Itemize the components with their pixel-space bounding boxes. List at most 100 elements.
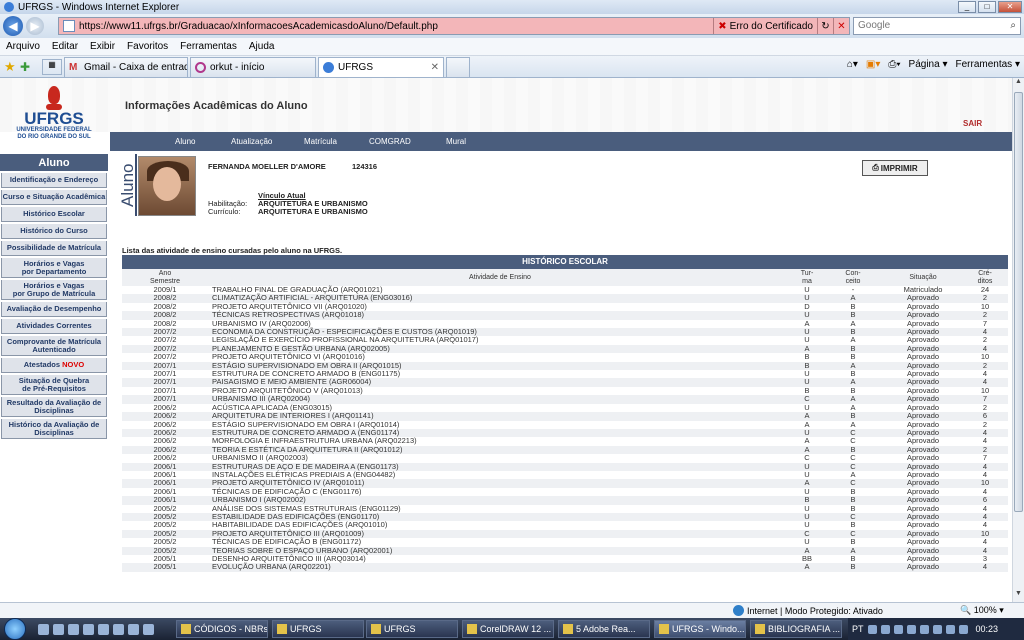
taskbar-button[interactable]: BIBLIOGRAFIA ... [750,620,842,638]
app2-quicklaunch-icon[interactable] [128,623,139,635]
cell-turma: A [804,562,810,572]
quick-tabs-icon[interactable]: ▦ [42,58,62,75]
tab-ufrgs[interactable]: UFRGS ✕ [318,56,444,77]
sidebar-item-historico-curso[interactable]: Histórico do Curso [1,224,107,239]
nav-comgrad[interactable]: COMGRAD [369,137,411,146]
scroll-thumb[interactable] [1014,92,1023,512]
new-tab-button[interactable] [446,56,470,77]
tab-gmail[interactable]: M Gmail - Caixa de entrada - ... [64,56,188,77]
sidebar-item-atividades[interactable]: Atividades Correntes [1,319,107,334]
sidebar-item-curso[interactable]: Curso e Situação Acadêmica [1,190,107,205]
show-desktop-icon[interactable] [38,623,49,635]
media-quicklaunch-icon[interactable] [98,623,109,635]
status-bar: Internet | Modo Protegido: Ativado 🔍 100… [0,602,1024,618]
print-button[interactable]: ⎙ IMPRIMIR [862,160,928,176]
taskbar-button[interactable]: UFRGS - Windo... [654,620,746,638]
taskbar-button-label: UFRGS - Windo... [672,624,745,634]
address-bar[interactable]: https://www11.ufrgs.br/Graduacao/xInform… [58,17,850,35]
sidebar-item-atestados[interactable]: Atestados NOVO [1,358,107,373]
warning-icon: ✖ [718,20,727,32]
sidebar-item-comprovante[interactable]: Comprovante de Matrícula Autenticado [1,336,107,356]
stop-icon[interactable]: ✕ [833,18,849,34]
vertical-scrollbar[interactable]: ▲ ▼ [1012,78,1024,602]
close-button[interactable]: ✕ [998,1,1022,13]
logout-link[interactable]: SAIR [963,119,982,128]
app-quicklaunch-icon[interactable] [113,623,124,635]
window-title: UFRGS - Windows Internet Explorer [18,1,180,13]
tray-icon-4[interactable] [906,624,916,634]
sidebar-item-horarios-grupo[interactable]: Horários e Vagas por Grupo de Matrícula [1,280,107,300]
tray-icon-2[interactable] [880,624,890,634]
zone-text[interactable]: Internet | Modo Protegido: Ativado [747,606,883,616]
search-input[interactable]: Google ⌕ [853,17,1021,35]
taskbar-button[interactable]: 5 Adobe Rea... [558,620,650,638]
scroll-up-icon[interactable]: ▲ [1013,78,1024,90]
sidebar-item-resultado-avaliacao[interactable]: Resultado da Avaliação de Disciplinas [1,397,107,417]
sidebar-item-label: Atestados [23,360,61,369]
forward-button[interactable]: ▶ [26,17,44,35]
nav-aluno[interactable]: Aluno [175,137,195,146]
sidebar-item-possibilidade[interactable]: Possibilidade de Matrícula [1,241,107,256]
sidebar-item-label: Curso e Situação Acadêmica [2,192,106,201]
refresh-icon[interactable]: ↻ [817,18,833,34]
app-icon [659,624,669,634]
add-favorite-icon[interactable]: ✚ [20,60,36,74]
home-icon[interactable]: ⌂▾ [847,59,858,70]
taskbar-button[interactable]: CÓDIGOS - NBRs [176,620,268,638]
ufrgs-logo[interactable]: UFRGS UNIVERSIDADE FEDERAL DO RIO GRANDE… [14,86,94,148]
switch-windows-icon[interactable] [53,623,64,635]
minimize-button[interactable]: _ [958,1,976,13]
favorites-star-icon[interactable]: ★ [4,59,20,75]
certificate-error-button[interactable]: ✖ Erro do Certificado [713,18,817,34]
system-tray: PT 00:23 [848,618,1024,640]
nav-atualizacao[interactable]: Atualização [231,137,272,146]
zoom-control[interactable]: 🔍 100% ▾ [960,605,1004,616]
nav-matricula[interactable]: Matrícula [304,137,337,146]
folder-quicklaunch-icon[interactable] [83,623,94,635]
page-menu[interactable]: Página ▾ [909,59,948,70]
search-icon[interactable]: ⌕ [1010,18,1016,34]
close-tab-icon[interactable]: ✕ [431,62,439,73]
tools-menu[interactable]: Ferramentas ▾ [956,59,1021,70]
sidebar-item-horarios-depto[interactable]: Horários e Vagas por Departamento [1,258,107,278]
sidebar-item-avaliacao-desempenho[interactable]: Avaliação de Desempenho [1,302,107,317]
student-id: 124316 [352,162,378,171]
tray-icon-5[interactable] [919,624,929,634]
tray-icon-6[interactable] [932,624,942,634]
start-button[interactable] [4,618,26,640]
url-text[interactable]: https://www11.ufrgs.br/Graduacao/xInform… [79,21,713,32]
maximize-button[interactable]: □ [978,1,996,13]
sidebar-item-historico-escolar[interactable]: Histórico Escolar [1,207,107,222]
menu-editar[interactable]: Editar [52,41,78,52]
cell-conceito: B [850,562,856,572]
tab-orkut[interactable]: orkut - início [190,56,316,77]
menu-arquivo[interactable]: Arquivo [6,41,40,52]
tray-icon-3[interactable] [893,624,903,634]
scroll-down-icon[interactable]: ▼ [1013,590,1024,602]
ie-quicklaunch-icon[interactable] [68,623,79,635]
language-indicator[interactable]: PT [852,624,864,634]
volume-icon[interactable] [945,624,955,634]
printer-icon: ⎙ [872,163,879,172]
taskbar-button-label: BIBLIOGRAFIA ... [768,624,841,634]
menu-ajuda[interactable]: Ajuda [249,41,275,52]
feeds-icon[interactable]: ▣▾ [866,59,880,70]
print-icon[interactable]: ⎙▾ [888,59,900,70]
back-button[interactable]: ◀ [3,16,23,36]
menu-ferramentas[interactable]: Ferramentas [180,41,237,52]
network-icon[interactable] [958,624,968,634]
taskbar-button[interactable]: CorelDRAW 12 ... [462,620,554,638]
sidebar-item-quebra[interactable]: Situação de Quebra de Pré-Requisitos [1,375,107,395]
nav-mural[interactable]: Mural [446,137,466,146]
sidebar-item-historico-avaliacao[interactable]: Histórico da Avaliação de Disciplinas [1,419,107,439]
clock[interactable]: 00:23 [976,624,999,634]
tray-icon-1[interactable] [867,624,877,634]
taskbar-button[interactable]: UFRGS [366,620,458,638]
col-turma: Tur- ma [792,269,822,286]
taskbar-button[interactable]: UFRGS [272,620,364,638]
cert-error-label: Erro do Certificado [729,20,813,32]
more-quicklaunch-icon[interactable] [143,623,154,635]
menu-exibir[interactable]: Exibir [90,41,115,52]
menu-favoritos[interactable]: Favoritos [127,41,168,52]
sidebar-item-identificacao[interactable]: Identificação e Endereço [1,173,107,188]
